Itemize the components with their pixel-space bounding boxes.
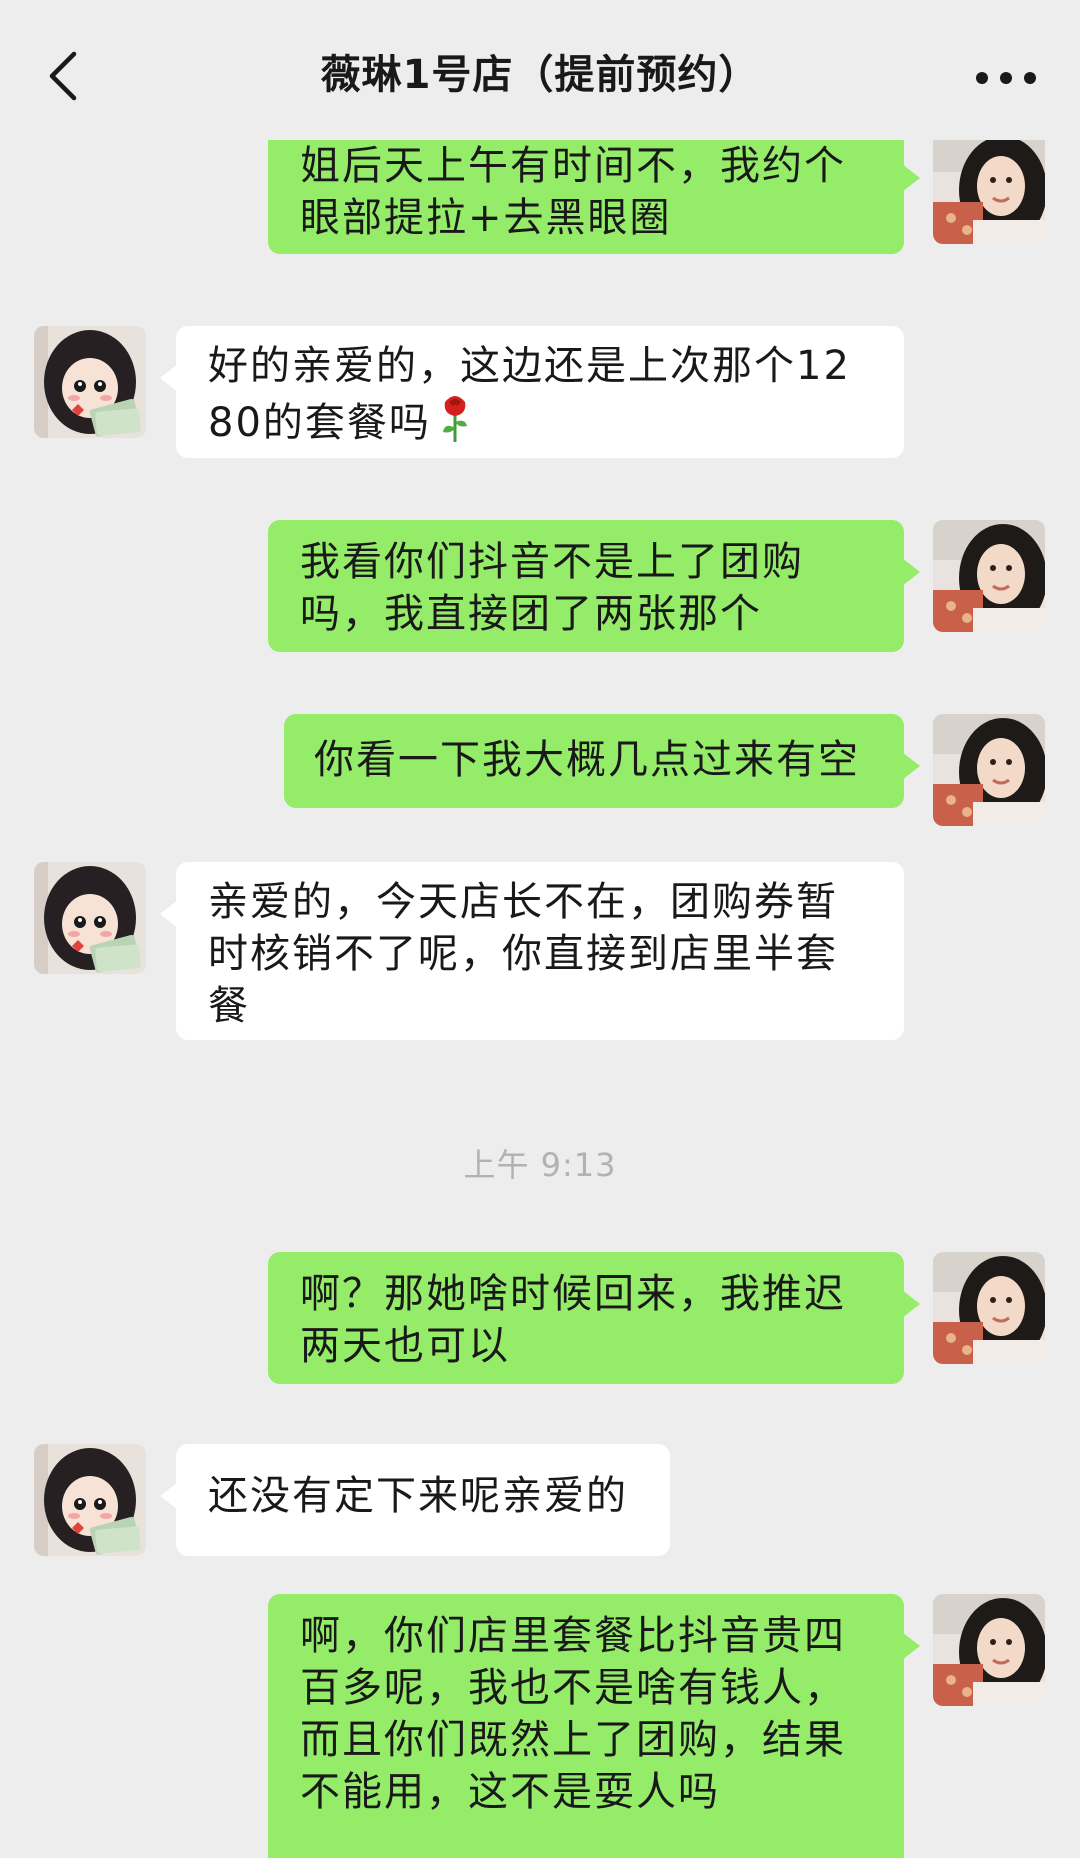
my-avatar[interactable] [933,714,1045,826]
message-bubble[interactable]: 啊？那她啥时候回来，我推迟两天也可以 [268,1252,920,1384]
contact-avatar[interactable] [34,326,146,438]
user-photo-icon [933,140,1045,244]
user-photo-icon [933,1252,1045,1364]
user-photo-icon [933,714,1045,826]
user-photo-icon [933,1594,1045,1706]
chat-area[interactable]: 姐后天上午有时间不，我约个眼部提拉+去黑眼圈 好的亲爱的，这边还是上次那个128… [0,140,1080,1858]
message-text: 啊，你们店里套餐比抖音贵四百多呢，我也不是啥有钱人，而且你们既然上了团购，结果不… [300,1613,846,1815]
message-row: 啊？那她啥时候回来，我推迟两天也可以 [0,1252,1080,1384]
message-row: 姐后天上午有时间不，我约个眼部提拉+去黑眼圈 [0,140,1080,266]
message-bubble[interactable]: 我看你们抖音不是上了团购吗，我直接团了两张那个 [268,520,920,652]
message-timestamp: 上午 9:13 [463,1146,617,1184]
message-bubble[interactable]: 亲爱的，今天店长不在，团购券暂时核销不了呢，你直接到店里半套餐 [160,862,904,1040]
contact-avatar[interactable] [34,862,146,974]
message-row: 好的亲爱的，这边还是上次那个1280的套餐吗 [0,326,1080,458]
cartoon-girl-avatar-icon [34,326,146,438]
message-text: 姐后天上午有时间不，我约个眼部提拉+去黑眼圈 [300,143,846,241]
message-bubble[interactable]: 还没有定下来呢亲爱的 [160,1444,670,1556]
my-avatar[interactable] [933,1252,1045,1364]
message-row: 啊，你们店里套餐比抖音贵四百多呢，我也不是啥有钱人，而且你们既然上了团购，结果不… [0,1594,1080,1858]
rose-icon [442,396,467,442]
message-text: 我看你们抖音不是上了团购吗，我直接团了两张那个 [300,539,804,637]
my-avatar[interactable] [933,520,1045,632]
message-text: 亲爱的，今天店长不在，团购券暂时核销不了呢，你直接到店里半套餐 [208,879,838,1029]
more-dots-icon [976,72,988,84]
my-avatar[interactable] [933,1594,1045,1706]
message-row: 亲爱的，今天店长不在，团购券暂时核销不了呢，你直接到店里半套餐 [0,862,1080,1040]
cartoon-girl-avatar-icon [34,862,146,974]
chat-title: 薇琳1号店（提前预约） [320,52,760,98]
message-text: 还没有定下来呢亲爱的 [208,1473,628,1519]
navigation-bar: 薇琳1号店（提前预约） [0,0,1080,140]
contact-avatar[interactable] [34,1444,146,1556]
back-button[interactable] [46,50,78,102]
message-bubble[interactable]: 啊，你们店里套餐比抖音贵四百多呢，我也不是啥有钱人，而且你们既然上了团购，结果不… [268,1594,920,1858]
more-button[interactable] [976,66,1036,86]
my-avatar[interactable] [933,140,1045,244]
message-row: 我看你们抖音不是上了团购吗，我直接团了两张那个 [0,520,1080,652]
message-bubble[interactable]: 姐后天上午有时间不，我约个眼部提拉+去黑眼圈 [268,140,920,254]
message-row: 还没有定下来呢亲爱的 [0,1444,1080,1556]
message-bubble[interactable]: 你看一下我大概几点过来有空 [284,714,920,808]
message-text: 啊？那她啥时候回来，我推迟两天也可以 [300,1271,846,1369]
user-photo-icon [933,520,1045,632]
message-bubble[interactable]: 好的亲爱的，这边还是上次那个1280的套餐吗 [160,326,904,458]
chevron-left-icon [49,51,77,101]
message-row: 你看一下我大概几点过来有空 [0,714,1080,826]
message-text: 你看一下我大概几点过来有空 [314,737,860,783]
message-text: 好的亲爱的，这边还是上次那个1280的套餐吗 [208,343,851,446]
cartoon-girl-avatar-icon [34,1444,146,1556]
